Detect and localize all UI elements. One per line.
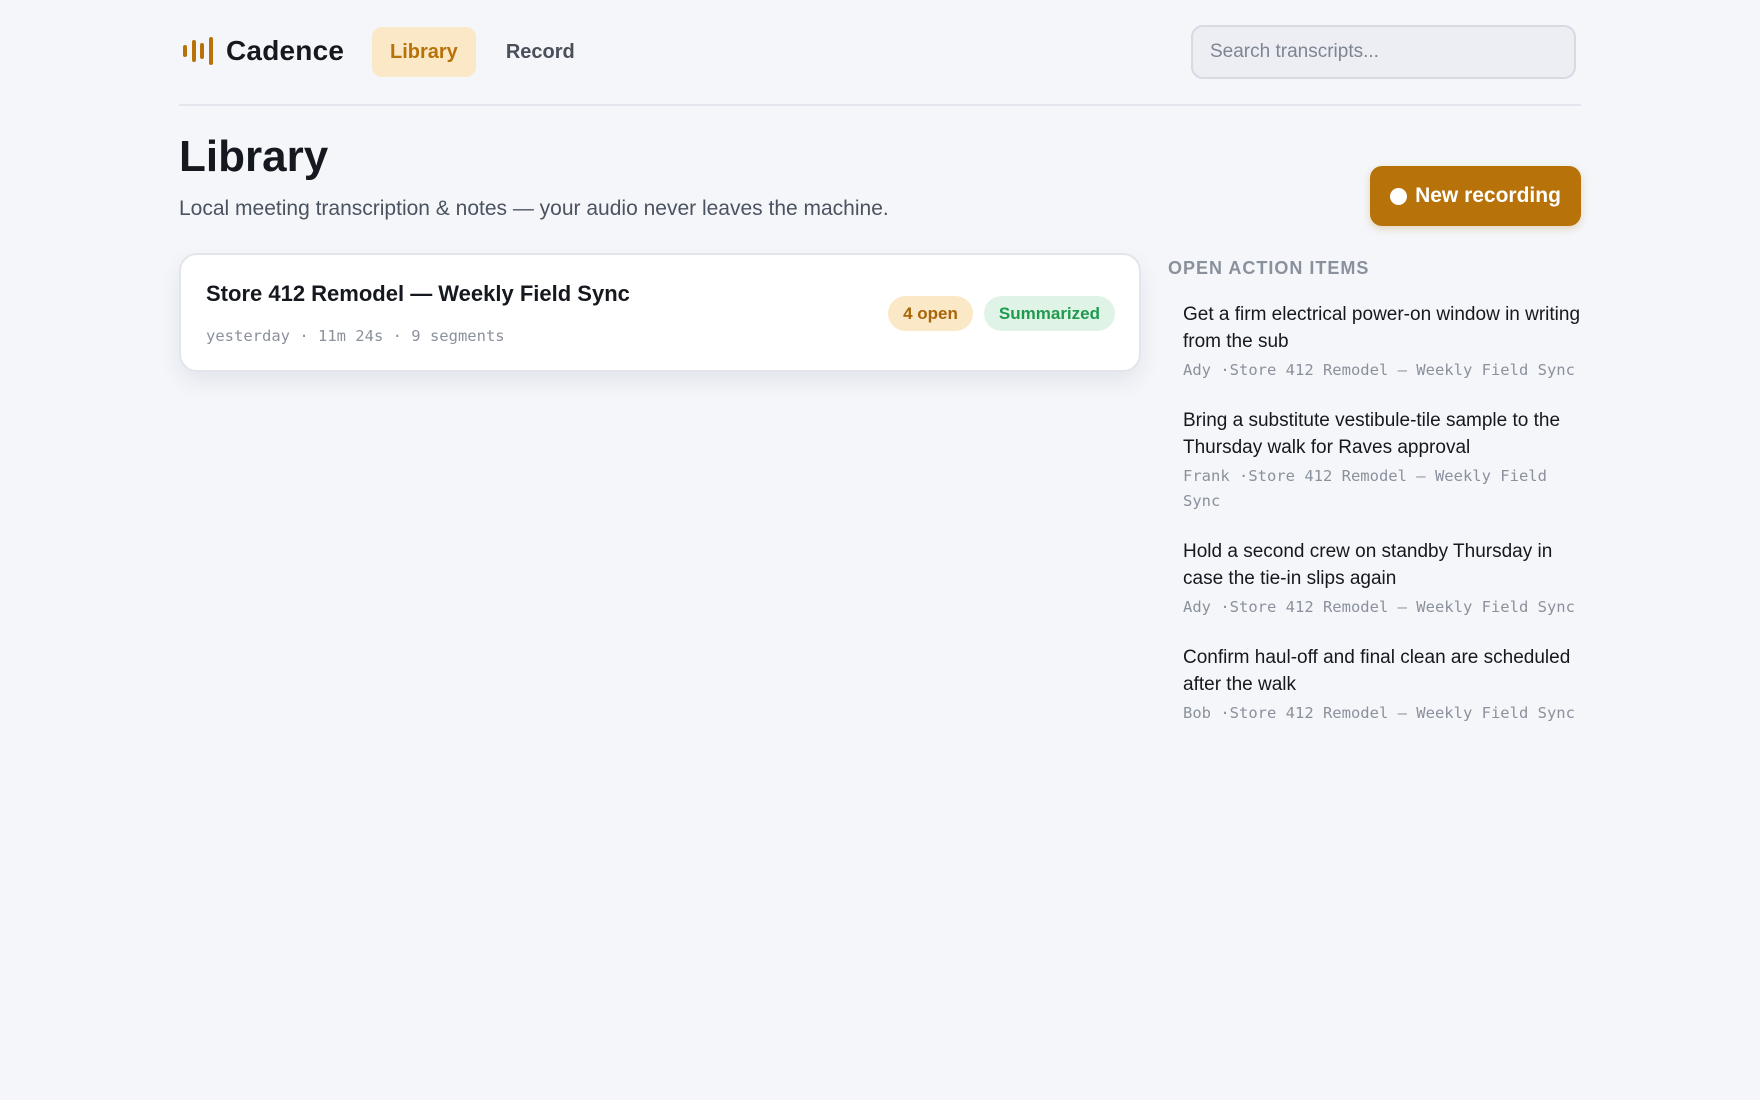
action-item-meta: Ady ·Store 412 Remodel — Weekly Field Sy… — [1183, 598, 1575, 616]
new-recording-button[interactable]: New recording — [1370, 166, 1581, 226]
tab-record[interactable]: Record — [488, 27, 593, 77]
action-item-meta: Frank ·Store 412 Remodel — Weekly Field … — [1183, 467, 1547, 510]
page-subtitle: Local meeting transcription & notes — yo… — [179, 197, 889, 220]
page-title: Library — [179, 132, 329, 181]
action-item-text: Confirm haul-off and final clean are sch… — [1183, 647, 1571, 695]
main-nav: Library Record — [372, 27, 593, 77]
action-items-heading: Open action items — [1168, 258, 1370, 278]
action-items-panel: Open action items Get a firm electrical … — [1168, 253, 1581, 750]
transcript-meta: yesterday · 11m 24s · 9 segments — [206, 327, 505, 345]
tab-library[interactable]: Library — [372, 27, 476, 77]
search-input[interactable] — [1191, 25, 1576, 79]
new-recording-label: New recording — [1415, 184, 1561, 207]
top-bar: Cadence Library Record — [179, 0, 1581, 106]
action-item-text: Bring a substitute vestibule-tile sample… — [1183, 410, 1561, 458]
record-dot-icon — [1390, 187, 1408, 205]
open-items-badge: 4 open — [888, 296, 973, 331]
transcript-title: Store 412 Remodel — Weekly Field Sync — [206, 281, 630, 306]
app-name: Cadence — [226, 35, 345, 66]
action-item[interactable]: Confirm haul-off and final clean are sch… — [1183, 644, 1581, 726]
action-item[interactable]: Get a firm electrical power-on window in… — [1183, 301, 1581, 383]
status-badge: Summarized — [983, 296, 1115, 331]
action-item-text: Get a firm electrical power-on window in… — [1183, 304, 1581, 352]
action-items-list: Get a firm electrical power-on window in… — [1168, 301, 1581, 726]
action-item-meta: Bob ·Store 412 Remodel — Weekly Field Sy… — [1183, 704, 1575, 722]
waveform-icon — [183, 34, 213, 68]
brand[interactable]: Cadence — [183, 34, 344, 68]
action-item-meta: Ady ·Store 412 Remodel — Weekly Field Sy… — [1183, 361, 1575, 379]
app-container: Cadence Library Record Library Local mee… — [179, 0, 1581, 722]
transcript-card[interactable]: Store 412 Remodel — Weekly Field Sync ye… — [179, 253, 1141, 372]
action-item-text: Hold a second crew on standby Thursday i… — [1183, 541, 1553, 589]
transcript-badges: 4 open Summarized — [888, 296, 1115, 331]
action-item[interactable]: Hold a second crew on standby Thursday i… — [1183, 538, 1581, 620]
action-item[interactable]: Bring a substitute vestibule-tile sample… — [1183, 407, 1581, 514]
